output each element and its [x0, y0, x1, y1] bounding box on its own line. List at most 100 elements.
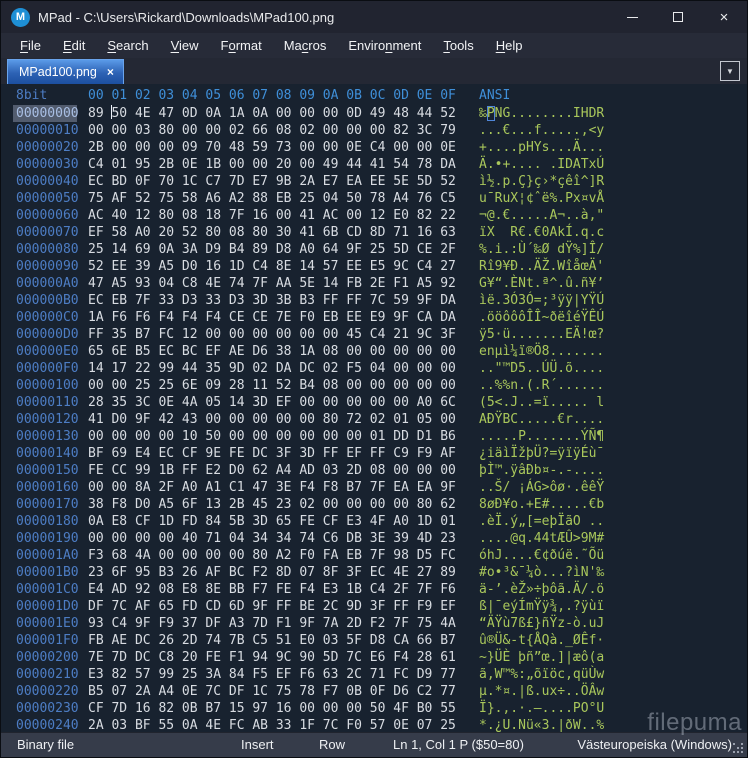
row-hex-bytes[interactable]: 41 D0 9F 42 43 00 00 00 00 00 80 72 02 0… [88, 411, 456, 428]
hex-row[interactable]: 00000030C4 01 95 2B 0E 1B 00 00 20 00 49… [13, 156, 747, 173]
row-hex-bytes[interactable]: 38 F8 D0 A5 6F 13 2B 45 23 02 00 00 00 0… [88, 496, 456, 513]
row-ansi-text[interactable]: ïX R€.€0AkÍ.q.c [479, 224, 604, 241]
row-hex-bytes[interactable]: EC EB 7F 33 D3 33 D3 3D 3B B3 FF FF 7C 5… [88, 292, 456, 309]
row-ansi-text[interactable]: ä-’.èŽ»÷þôã.Ä/.ö [479, 581, 604, 598]
maximize-button[interactable] [655, 1, 701, 33]
row-hex-bytes[interactable]: 1A F6 F6 F4 F4 F4 CE CE 7E F0 EB EE E9 9… [88, 309, 456, 326]
minimize-button[interactable] [609, 1, 655, 33]
row-hex-bytes[interactable]: 23 6F 95 B3 26 AF BC F2 8D 07 8F 3F EC 4… [88, 564, 456, 581]
row-hex-bytes[interactable]: 00 00 25 25 6E 09 28 11 52 B4 08 00 00 0… [88, 377, 456, 394]
row-ansi-text[interactable]: ‰PNG........IHDR [479, 105, 604, 122]
row-ansi-text[interactable]: Rî9¥Ð..ÄŽ.WîåœÄ' [479, 258, 604, 275]
row-hex-bytes[interactable]: C4 01 95 2B 0E 1B 00 00 20 00 49 44 41 5… [88, 156, 456, 173]
menu-item-format[interactable]: Format [210, 35, 273, 56]
hex-row[interactable]: 00000220B5 07 2A A4 0E 7C DF 1C 75 78 F7… [13, 683, 747, 700]
hex-row[interactable]: 000002402A 03 BF 55 0A 4E FC AB 33 1F 7C… [13, 717, 747, 732]
row-ansi-text[interactable]: ì½.p.Ç}ç›*çêî^]R [479, 173, 604, 190]
hex-row[interactable]: 000000D0FF 35 B7 FC 12 00 00 00 00 00 00… [13, 326, 747, 343]
row-ansi-text[interactable]: µ.*¤.|ß.ux÷..ÖÂw [479, 683, 604, 700]
row-ansi-text[interactable]: óhJ....€¢ðúë.˜Õü [479, 547, 604, 564]
row-hex-bytes[interactable]: 52 EE 39 A5 D0 16 1D C4 8E 14 57 EE E5 9… [88, 258, 456, 275]
row-hex-bytes[interactable]: B5 07 2A A4 0E 7C DF 1C 75 78 F7 0B 0F D… [88, 683, 456, 700]
row-ansi-text[interactable]: %.i.:Ù´‰Ø dŸ%]Î/ [479, 241, 604, 258]
hex-editor[interactable]: 8bit 00 01 02 03 04 05 06 07 08 09 0A 0B… [1, 84, 747, 732]
row-hex-bytes[interactable]: 2B 00 00 00 09 70 48 59 73 00 00 0E C4 0… [88, 139, 456, 156]
row-hex-bytes[interactable]: FF 35 B7 FC 12 00 00 00 00 00 00 45 C4 2… [88, 326, 456, 343]
row-ansi-text[interactable]: ..%%n.(.R´...... [479, 377, 604, 394]
hex-row[interactable]: 0000011028 35 3C 0E 4A 05 14 3D EF 00 00… [13, 394, 747, 411]
menu-item-help[interactable]: Help [485, 35, 534, 56]
row-ansi-text[interactable]: .."™D5..ÚÜ.õ.... [479, 360, 604, 377]
hex-row[interactable]: 0000005075 AF 52 75 58 A6 A2 88 EB 25 04… [13, 190, 747, 207]
row-ansi-text[interactable]: ¬@.€.....A¬..à‚" [479, 207, 604, 224]
tab-mpad100[interactable]: MPad100.png × [7, 59, 124, 84]
menu-item-tools[interactable]: Tools [432, 35, 484, 56]
row-hex-bytes[interactable]: 89 50 4E 47 0D 0A 1A 0A 00 00 00 0D 49 4… [88, 105, 456, 122]
hex-row[interactable]: 000000A047 A5 93 04 C8 4E 74 7F AA 5E 14… [13, 275, 747, 292]
hex-row[interactable]: 0000013000 00 00 00 10 50 00 00 00 00 00… [13, 428, 747, 445]
menu-item-search[interactable]: Search [96, 35, 159, 56]
hex-row[interactable]: 000001C0E4 AD 92 08 E8 8E BB F7 FE F4 E3… [13, 581, 747, 598]
hex-row[interactable]: 000000F014 17 22 99 44 35 9D 02 DA DC 02… [13, 360, 747, 377]
hex-row[interactable]: 0000019000 00 00 00 40 71 04 34 34 74 C6… [13, 530, 747, 547]
hex-row[interactable]: 0000001000 00 03 80 00 00 02 66 08 02 00… [13, 122, 747, 139]
menu-item-file[interactable]: File [9, 35, 52, 56]
hex-row[interactable]: 0000010000 00 25 25 6E 09 28 11 52 B4 08… [13, 377, 747, 394]
hex-row[interactable]: 000001800A E8 CF 1D FD 84 5B 3D 65 FE CF… [13, 513, 747, 530]
hex-row[interactable]: 000001B023 6F 95 B3 26 AF BC F2 8D 07 8F… [13, 564, 747, 581]
status-insert-mode[interactable]: Insert [241, 737, 274, 752]
row-hex-bytes[interactable]: 0A E8 CF 1D FD 84 5B 3D 65 FE CF E3 4F A… [88, 513, 456, 530]
row-hex-bytes[interactable]: FE CC 99 1B FF E2 D0 62 A4 AD 03 2D 08 0… [88, 462, 456, 479]
hex-row[interactable]: 00000040EC BD 0F 70 1C C7 7D E7 9B 2A E7… [13, 173, 747, 190]
row-ansi-text[interactable]: Ä.•+.... .IDATxÚ [479, 156, 604, 173]
row-hex-bytes[interactable]: 00 00 03 80 00 00 02 66 08 02 00 00 00 8… [88, 122, 456, 139]
row-ansi-text[interactable]: ã‚W™%:„õïöc,qüÙw [479, 666, 604, 683]
row-hex-bytes[interactable]: 25 14 69 0A 3A D9 B4 89 D8 A0 64 9F 25 5… [88, 241, 456, 258]
hex-row[interactable]: 00000070EF 58 A0 20 52 80 08 80 30 41 6B… [13, 224, 747, 241]
row-hex-bytes[interactable]: DF 7C AF 65 FD CD 6D 9F FF BE 2C 9D 3F F… [88, 598, 456, 615]
row-hex-bytes[interactable]: AC 40 12 80 08 18 7F 16 00 41 AC 00 12 E… [88, 207, 456, 224]
hex-row[interactable]: 0000000089 50 4E 47 0D 0A 1A 0A 00 00 00… [13, 105, 747, 122]
tab-list-dropdown-button[interactable]: ▼ [720, 61, 740, 81]
resize-grip[interactable] [733, 743, 744, 754]
close-button[interactable]: × [701, 1, 747, 33]
row-hex-bytes[interactable]: 00 00 00 00 40 71 04 34 34 74 C6 DB 3E 3… [88, 530, 456, 547]
row-hex-bytes[interactable]: EF 58 A0 20 52 80 08 80 30 41 6B CD 8D 7… [88, 224, 456, 241]
row-hex-bytes[interactable]: 65 6E B5 EC BC EF AE D6 38 1A 08 00 00 0… [88, 343, 456, 360]
row-ansi-text[interactable]: ìë.3Ó3Ó=;³ÿÿ|YŸÚ [479, 292, 604, 309]
hex-row[interactable]: 0000016000 00 8A 2F A0 A1 C1 47 3E F4 F8… [13, 479, 747, 496]
row-hex-bytes[interactable]: F3 68 4A 00 00 00 00 80 A2 F0 FA EB 7F 9… [88, 547, 456, 564]
row-hex-bytes[interactable]: 00 00 00 00 10 50 00 00 00 00 00 00 01 D… [88, 428, 456, 445]
menu-item-view[interactable]: View [160, 35, 210, 56]
row-ansi-text[interactable]: +....pHYs...Ä... [479, 139, 604, 156]
row-hex-bytes[interactable]: CF 7D 16 82 0B B7 15 97 16 00 00 00 50 4… [88, 700, 456, 717]
row-hex-bytes[interactable]: 28 35 3C 0E 4A 05 14 3D EF 00 00 00 00 0… [88, 394, 456, 411]
row-ansi-text[interactable]: .èÏ.ý„[=eþÏãO .. [479, 513, 604, 530]
tab-close-icon[interactable]: × [107, 65, 114, 79]
row-ansi-text[interactable]: 8øÐ¥o.+E#.....€b [479, 496, 604, 513]
row-ansi-text[interactable]: û®Ü&-t{ÅQà._ØÊf· [479, 632, 604, 649]
hex-row[interactable]: 000001D0DF 7C AF 65 FD CD 6D 9F FF BE 2C… [13, 598, 747, 615]
hex-row[interactable]: 0000009052 EE 39 A5 D0 16 1D C4 8E 14 57… [13, 258, 747, 275]
row-ansi-text[interactable]: ...€...f.....‚<y [479, 122, 604, 139]
row-hex-bytes[interactable]: FB AE DC 26 2D 74 7B C5 51 E0 03 5F D8 C… [88, 632, 456, 649]
hex-row[interactable]: 000001F0FB AE DC 26 2D 74 7B C5 51 E0 03… [13, 632, 747, 649]
status-encoding[interactable]: Västeuropeiska (Windows) [577, 737, 732, 752]
row-hex-bytes[interactable]: BF 69 E4 EC CF 9E FE DC 3F 3D FF EF FF C… [88, 445, 456, 462]
row-hex-bytes[interactable]: E4 AD 92 08 E8 8E BB F7 FE F4 E3 1B C4 2… [88, 581, 456, 598]
hex-row[interactable]: 00000060AC 40 12 80 08 18 7F 16 00 41 AC… [13, 207, 747, 224]
row-ansi-text[interactable]: (5<.J..=ï..... l [479, 394, 604, 411]
hex-row[interactable]: 000000202B 00 00 00 09 70 48 59 73 00 00… [13, 139, 747, 156]
row-hex-bytes[interactable]: 47 A5 93 04 C8 4E 74 7F AA 5E 14 FB 2E F… [88, 275, 456, 292]
row-ansi-text[interactable]: .....P.......ÝÑ¶ [479, 428, 604, 445]
row-hex-bytes[interactable]: 14 17 22 99 44 35 9D 02 DA DC 02 F5 04 0… [88, 360, 456, 377]
row-ansi-text[interactable]: *.¿U.Nü«3.|ðW..% [479, 717, 604, 732]
row-hex-bytes[interactable]: 7E 7D DC C8 20 FE F1 94 9C 90 5D 7C E6 F… [88, 649, 456, 666]
row-ansi-text[interactable]: ¿iäìÏžþÜ?=ÿïÿÉù¯ [479, 445, 604, 462]
menu-item-macros[interactable]: Macros [273, 35, 338, 56]
row-hex-bytes[interactable]: 93 C4 9F F9 37 DF A3 7D F1 9F 7A 2D F2 7… [88, 615, 456, 632]
row-ansi-text[interactable]: enµì¼ï®Ö8....... [479, 343, 604, 360]
hex-row[interactable]: 0000017038 F8 D0 A5 6F 13 2B 45 23 02 00… [13, 496, 747, 513]
row-hex-bytes[interactable]: EC BD 0F 70 1C C7 7D E7 9B 2A E7 EA EE 5… [88, 173, 456, 190]
row-hex-bytes[interactable]: 00 00 8A 2F A0 A1 C1 47 3E F4 F8 B7 7F E… [88, 479, 456, 496]
